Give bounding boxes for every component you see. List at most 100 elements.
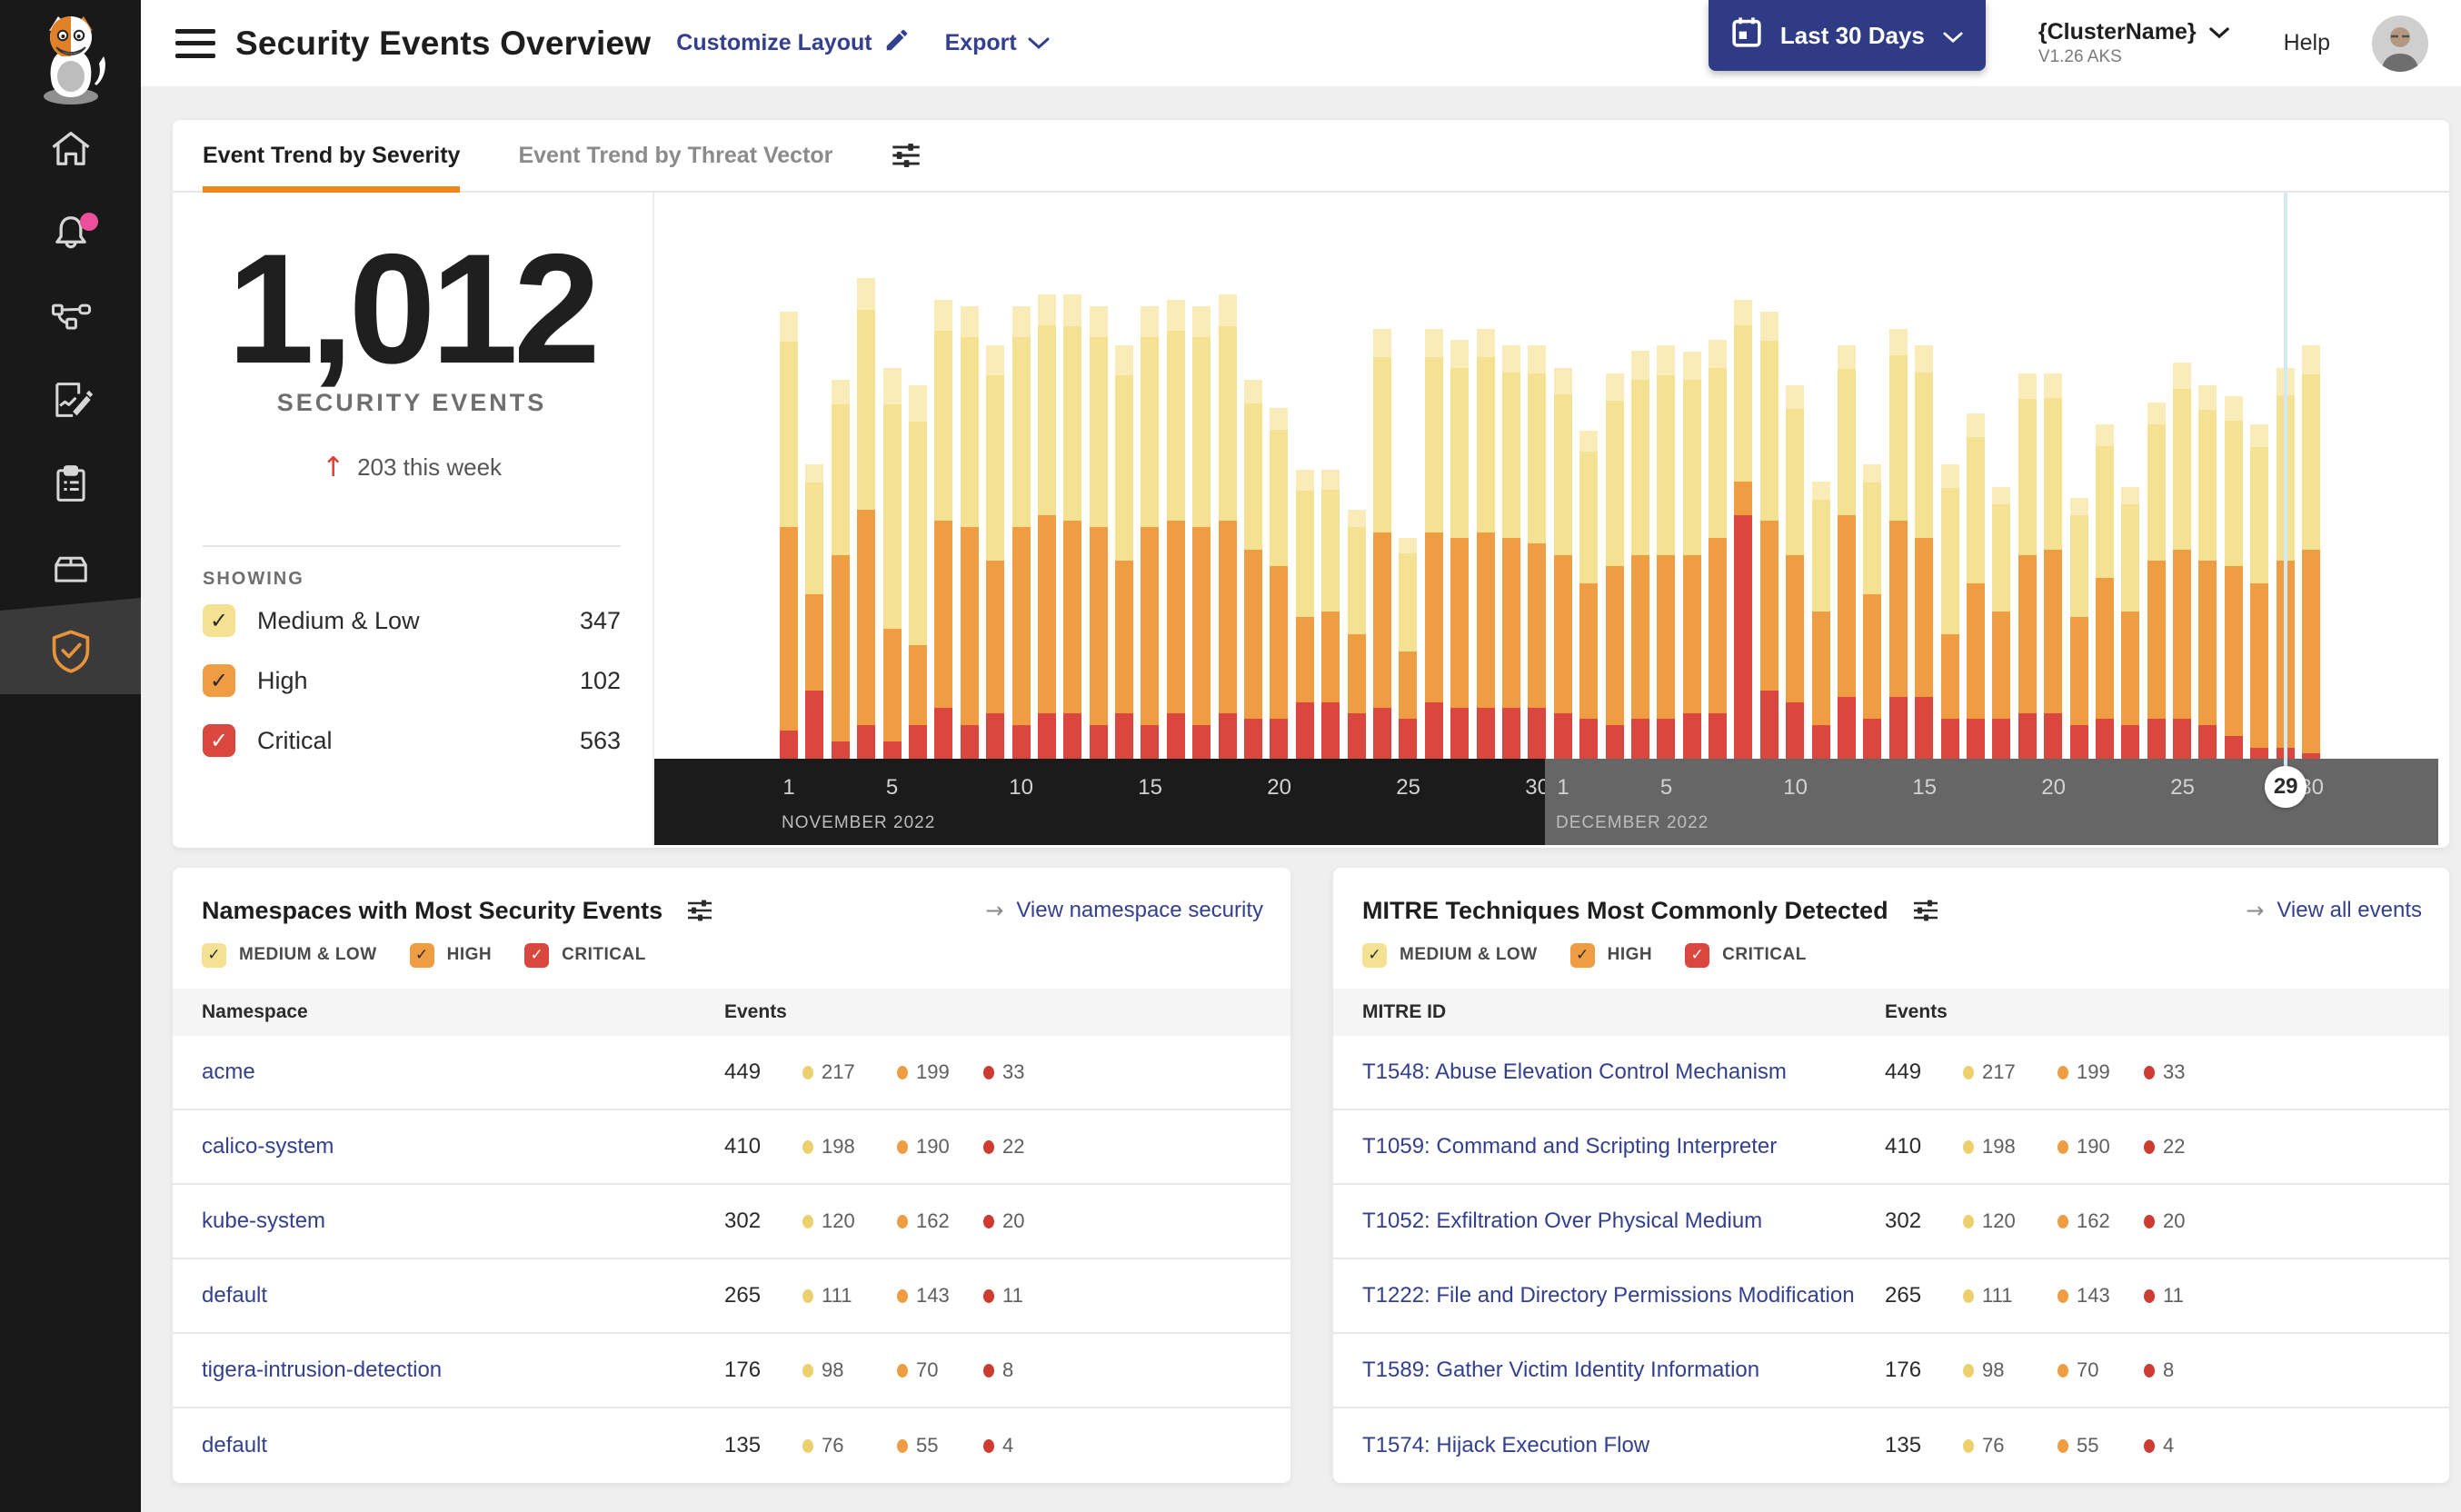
export-button[interactable]: Export [945, 30, 1050, 56]
mitre-technique-link[interactable]: T1589: Gather Victim Identity Informatio… [1362, 1358, 1759, 1382]
stacked-bar-dec-15[interactable] [1915, 345, 1934, 759]
view-all-events-link[interactable]: → View all events [2246, 898, 2422, 923]
stacked-bar-nov-8[interactable] [960, 305, 979, 759]
stacked-bar-dec-4[interactable] [1630, 351, 1649, 759]
stacked-bar-nov-15[interactable] [1141, 305, 1160, 759]
stacked-bar-dec-28[interactable] [2250, 424, 2269, 759]
checkbox-critical[interactable]: ✓ [203, 724, 235, 757]
stacked-bar-nov-16[interactable] [1166, 300, 1185, 759]
mitre-filter-medium[interactable]: ✓ MEDIUM & LOW [1362, 942, 1538, 968]
user-avatar[interactable] [2372, 15, 2428, 72]
sidebar-item-policies[interactable] [0, 360, 141, 443]
namespace-link[interactable]: calico-system [202, 1134, 334, 1159]
mitre-technique-link[interactable]: T1574: Hijack Execution Flow [1362, 1433, 1649, 1457]
selected-day-badge[interactable]: 29 [2265, 766, 2307, 808]
customize-layout-button[interactable]: Customize Layout [676, 26, 910, 60]
stacked-bar-dec-23[interactable] [2121, 486, 2140, 759]
sidebar-item-service-graph[interactable] [0, 276, 141, 360]
stacked-bar-nov-19[interactable] [1244, 379, 1263, 759]
sidebar-item-alerts[interactable] [0, 193, 141, 276]
stacked-bar-nov-5[interactable] [882, 368, 902, 759]
stacked-bar-dec-13[interactable] [1863, 464, 1882, 759]
stacked-bar-dec-14[interactable] [1888, 328, 1908, 759]
checkbox-critical[interactable]: ✓ [1685, 942, 1710, 968]
stacked-bar-dec-6[interactable] [1682, 351, 1701, 759]
stacked-bar-dec-16[interactable] [1940, 464, 1959, 759]
checkbox-high[interactable]: ✓ [203, 664, 235, 697]
checkbox-medium[interactable]: ✓ [203, 604, 235, 637]
date-range-button[interactable]: Last 30 Days [1708, 0, 1986, 71]
checkbox-critical[interactable]: ✓ [524, 942, 550, 968]
stacked-bar-nov-27[interactable] [1450, 340, 1470, 759]
mitre-technique-link[interactable]: T1548: Abuse Elevation Control Mechanism [1362, 1059, 1787, 1084]
stacked-bar-dec-7[interactable] [1709, 340, 1728, 759]
mitre-technique-link[interactable]: T1052: Exfiltration Over Physical Medium [1362, 1209, 1762, 1233]
stacked-bar-nov-10[interactable] [1011, 305, 1031, 759]
namespace-link[interactable]: default [202, 1433, 267, 1457]
stacked-bar-dec-20[interactable] [2044, 373, 2063, 759]
stacked-bar-nov-30[interactable] [1528, 345, 1547, 759]
stacked-bar-nov-22[interactable] [1321, 470, 1340, 759]
chart-settings-icon[interactable] [891, 140, 922, 171]
stacked-bar-dec-27[interactable] [2224, 396, 2243, 759]
stacked-bar-dec-12[interactable] [1838, 345, 1857, 759]
stacked-bar-nov-25[interactable] [1399, 538, 1418, 759]
stacked-bar-nov-6[interactable] [908, 384, 927, 759]
stacked-bar-dec-9[interactable] [1759, 311, 1778, 759]
chart-x-axis[interactable]: 1 5 10 15 20 25 30 NOVEMBER 2022 1 5 10 15 20 25 30 DEC… [654, 759, 2438, 845]
namespace-link[interactable]: tigera-intrusion-detection [202, 1358, 442, 1382]
stacked-bar-dec-19[interactable] [2018, 373, 2037, 759]
stacked-bar-nov-29[interactable] [1501, 345, 1520, 759]
checkbox-high[interactable]: ✓ [1569, 942, 1595, 968]
sidebar-item-compliance[interactable] [0, 443, 141, 527]
tab-event-trend-by-severity[interactable]: Event Trend by Severity [203, 120, 461, 193]
stacked-bar-nov-7[interactable] [934, 300, 953, 759]
calico-cat-logo[interactable] [0, 0, 141, 109]
sidebar-item-security-events[interactable] [0, 598, 141, 694]
stacked-bar-nov-21[interactable] [1295, 470, 1314, 759]
stacked-bar-nov-17[interactable] [1192, 305, 1211, 759]
stacked-bar-nov-23[interactable] [1347, 509, 1366, 759]
stacked-bar-nov-12[interactable] [1063, 294, 1082, 759]
stacked-bar-nov-18[interactable] [1218, 294, 1237, 759]
stacked-bar-dec-3[interactable] [1605, 373, 1624, 759]
stacked-bar-dec-18[interactable] [1992, 486, 2011, 759]
stacked-bar-dec-10[interactable] [1786, 384, 1805, 759]
sidebar-item-home[interactable] [0, 109, 141, 193]
cluster-name-dropdown[interactable]: {ClusterName} [2038, 19, 2229, 45]
checkbox-medium[interactable]: ✓ [202, 942, 226, 968]
namespaces-filter-high[interactable]: ✓ HIGH [409, 942, 493, 968]
stacked-bar-nov-24[interactable] [1372, 328, 1391, 759]
stacked-bar-nov-26[interactable] [1424, 328, 1443, 759]
tab-event-trend-by-threat-vector[interactable]: Event Trend by Threat Vector [518, 120, 832, 191]
hamburger-menu-icon[interactable] [175, 28, 215, 58]
stacked-bar-nov-2[interactable] [805, 464, 824, 759]
mitre-technique-link[interactable]: T1059: Command and Scripting Interpreter [1362, 1134, 1777, 1159]
stacked-bar-nov-3[interactable] [831, 379, 850, 759]
stacked-bar-nov-4[interactable] [857, 277, 876, 759]
namespaces-settings-icon[interactable] [686, 897, 713, 924]
stacked-bar-dec-5[interactable] [1657, 345, 1676, 759]
stacked-bar-dec-11[interactable] [1811, 481, 1830, 759]
mitre-technique-link[interactable]: T1222: File and Directory Permissions Mo… [1362, 1283, 1855, 1308]
stacked-bar-nov-1[interactable] [780, 311, 798, 759]
mitre-filter-high[interactable]: ✓ HIGH [1569, 942, 1653, 968]
stacked-bar-dec-2[interactable] [1579, 430, 1599, 759]
namespace-link[interactable]: default [202, 1283, 267, 1308]
stacked-bar-nov-9[interactable] [986, 345, 1005, 759]
stacked-bar-dec-17[interactable] [1966, 413, 1985, 759]
stacked-bar-dec-26[interactable] [2198, 384, 2217, 759]
namespaces-filter-critical[interactable]: ✓ CRITICAL [524, 942, 646, 968]
view-namespace-security-link[interactable]: → View namespace security [985, 898, 1263, 923]
help-link[interactable]: Help [2284, 30, 2330, 56]
stacked-bar-dec-24[interactable] [2147, 402, 2166, 759]
mitre-settings-icon[interactable] [1912, 897, 1939, 924]
stacked-bar-dec-30[interactable] [2302, 345, 2321, 759]
stacked-bar-dec-25[interactable] [2173, 362, 2192, 759]
stacked-bar-nov-14[interactable] [1115, 345, 1134, 759]
mitre-filter-critical[interactable]: ✓ CRITICAL [1685, 942, 1807, 968]
stacked-bar-nov-20[interactable] [1270, 407, 1289, 759]
namespaces-filter-medium[interactable]: ✓ MEDIUM & LOW [202, 942, 377, 968]
stacked-bar-nov-11[interactable] [1037, 294, 1056, 759]
stacked-bar-dec-21[interactable] [2069, 498, 2088, 759]
